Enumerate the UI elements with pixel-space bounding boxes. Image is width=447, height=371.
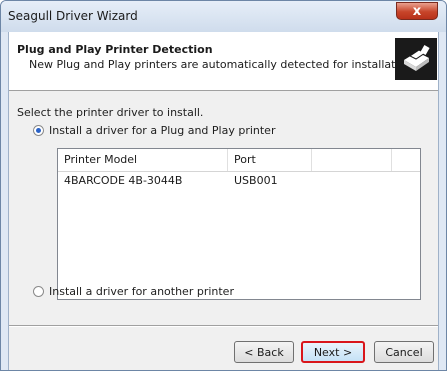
column-header-blank[interactable]: [312, 149, 392, 171]
footer-separator: [9, 325, 438, 327]
dialog-client: Plug and Play Printer Detection New Plug…: [8, 32, 439, 370]
header-title: Plug and Play Printer Detection: [17, 43, 213, 56]
wizard-window: Seagull Driver Wizard x Plug and Play Pr…: [0, 0, 447, 371]
wizard-header: Plug and Play Printer Detection New Plug…: [9, 32, 438, 91]
header-subtitle: New Plug and Play printers are automatic…: [29, 58, 416, 71]
column-header-port[interactable]: Port: [228, 149, 312, 171]
radio-label-other-printer: Install a driver for another printer: [49, 285, 234, 298]
window-title: Seagull Driver Wizard: [8, 9, 138, 23]
next-button[interactable]: Next >: [301, 341, 365, 363]
radio-button-unchecked[interactable]: [33, 286, 44, 297]
radio-label-plug-and-play: Install a driver for a Plug and Play pri…: [49, 124, 276, 137]
printer-icon: [395, 38, 437, 80]
close-button[interactable]: x: [396, 2, 438, 20]
printer-list[interactable]: Printer Model Port 4BARCODE 4B-3044B USB…: [57, 148, 421, 300]
install-prompt: Select the printer driver to install.: [17, 106, 204, 119]
radio-button-checked[interactable]: [33, 125, 44, 136]
cell-port: USB001: [234, 174, 278, 187]
radio-option-plug-and-play[interactable]: Install a driver for a Plug and Play pri…: [33, 124, 275, 137]
cancel-button[interactable]: Cancel: [374, 341, 434, 363]
cell-printer-model: 4BARCODE 4B-3044B: [64, 174, 183, 187]
list-header: Printer Model Port: [58, 149, 420, 172]
close-icon: x: [412, 3, 422, 19]
back-button[interactable]: < Back: [234, 341, 294, 363]
column-header-printer-model[interactable]: Printer Model: [58, 149, 228, 171]
radio-option-other-printer[interactable]: Install a driver for another printer: [33, 285, 234, 298]
title-bar[interactable]: Seagull Driver Wizard x: [1, 1, 446, 32]
table-row[interactable]: 4BARCODE 4B-3044B USB001: [58, 172, 420, 190]
